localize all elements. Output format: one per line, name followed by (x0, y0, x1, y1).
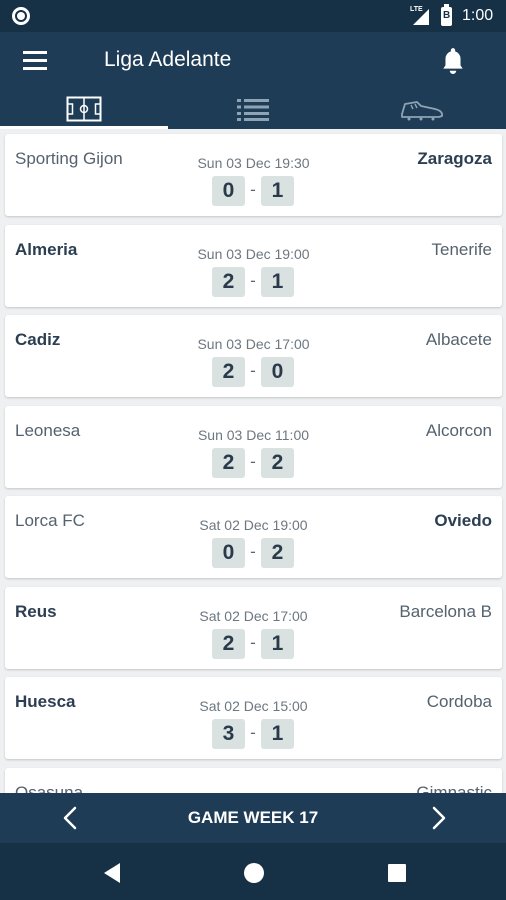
score-separator: - (250, 542, 256, 561)
tab-bar (0, 90, 506, 129)
page-title: Liga Adelante (104, 48, 232, 71)
away-score: 1 (261, 266, 294, 297)
pitch-icon (66, 96, 102, 122)
chevron-right-icon[interactable] (425, 805, 451, 831)
week-navigation: GAME WEEK 17 (0, 793, 506, 843)
away-score: 0 (261, 357, 294, 387)
app-bar: Liga Adelante (0, 32, 506, 90)
match-datetime: Sat 02 Dec 19:00 (199, 517, 308, 533)
match-card[interactable]: Cadiz Albacete Sun 03 Dec 17:00 2-0 (5, 315, 502, 397)
home-score: 2 (212, 447, 245, 478)
status-bar: LTE B 1:00 (0, 0, 506, 32)
match-datetime: Sat 02 Dec 17:00 (199, 607, 308, 624)
match-datetime: Sun 03 Dec 19:00 (197, 245, 310, 262)
home-team: Osasuna (15, 782, 84, 794)
away-score: 1 (261, 176, 294, 206)
match-card[interactable]: Lorca FC Oviedo Sat 02 Dec 19:00 0-2 (5, 496, 502, 578)
home-score: 3 (212, 719, 245, 749)
away-score: 2 (261, 538, 294, 568)
list-icon (237, 99, 269, 121)
match-list: Sporting Gijon Zaragoza Sun 03 Dec 19:30 0-… (0, 129, 506, 793)
match-datetime: Sun 03 Dec 19:30 (197, 155, 310, 171)
score: 2-2 (212, 447, 294, 478)
score: 0-1 (212, 176, 294, 206)
boot-icon (401, 101, 444, 121)
match-card[interactable]: Leonesa Alcorcon Sun 03 Dec 11:00 2-2 (5, 405, 502, 488)
away-team: Gimnastic (416, 782, 492, 794)
match-card[interactable]: Osasuna Gimnastic (5, 767, 502, 794)
score-separator: - (250, 270, 256, 290)
tab-matches[interactable] (0, 90, 168, 129)
score: 3-1 (212, 719, 294, 749)
recents-icon[interactable] (385, 861, 409, 885)
battery-icon: B (441, 4, 452, 26)
score: 0-2 (212, 538, 294, 568)
score-separator: - (250, 451, 256, 471)
score-separator: - (250, 361, 256, 380)
score-separator: - (250, 723, 256, 742)
home-score: 2 (212, 357, 245, 387)
back-icon[interactable] (101, 861, 125, 885)
match-card[interactable]: Sporting Gijon Zaragoza Sun 03 Dec 19:30 0-… (5, 134, 502, 216)
match-datetime: Sun 03 Dec 11:00 (197, 426, 310, 443)
match-card[interactable]: Reus Barcelona B Sat 02 Dec 17:00 2-1 (5, 586, 502, 669)
match-card[interactable]: Almeria Tenerife Sun 03 Dec 19:00 2-1 (5, 224, 502, 307)
away-score: 2 (261, 447, 294, 478)
bell-icon[interactable] (440, 46, 466, 74)
score: 2-1 (212, 266, 294, 297)
home-icon[interactable] (242, 861, 266, 885)
match-datetime: Sat 02 Dec 15:00 (199, 698, 308, 714)
away-score: 1 (261, 628, 294, 659)
status-time: 1:00 (462, 7, 494, 24)
home-score: 2 (212, 266, 245, 297)
battery-label: B (443, 10, 451, 21)
score: 2-1 (212, 628, 294, 659)
home-score: 0 (212, 538, 245, 568)
signal-icon (413, 9, 429, 25)
home-score: 0 (212, 176, 245, 206)
score: 2-0 (212, 357, 294, 387)
home-score: 2 (212, 628, 245, 659)
match-card[interactable]: Huesca Cordoba Sat 02 Dec 15:00 3-1 (5, 677, 502, 759)
match-datetime: Sun 03 Dec 17:00 (197, 336, 310, 352)
system-nav-bar (0, 843, 506, 900)
score-separator: - (250, 180, 256, 199)
tab-standings[interactable] (169, 90, 337, 129)
away-score: 1 (261, 719, 294, 749)
menu-icon[interactable] (23, 51, 47, 70)
tab-scorers[interactable] (338, 90, 506, 129)
score-separator: - (250, 632, 256, 652)
notification-circle-icon (12, 7, 30, 25)
